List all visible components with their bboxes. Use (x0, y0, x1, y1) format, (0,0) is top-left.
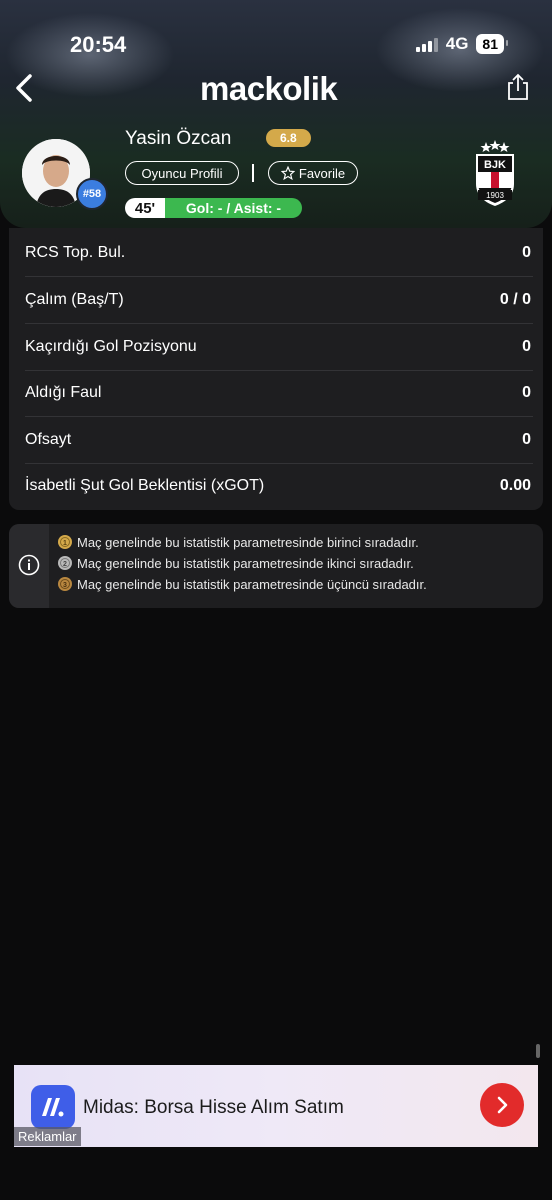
legend-sidebar (9, 524, 49, 608)
legend-text: Maç genelinde bu istatistik parametresin… (77, 534, 419, 550)
player-number-badge: #58 (76, 178, 108, 210)
ad-app-icon[interactable] (31, 1085, 75, 1129)
legend-item-third: 3 Maç genelinde bu istatistik parametres… (57, 576, 427, 592)
besiktas-crest-icon: BJK 1903 (476, 140, 514, 206)
svg-text:3: 3 (63, 582, 67, 589)
stat-row: Ofsayt 0 (25, 417, 533, 464)
goal-assist-pill: Gol: - / Asist: - (165, 198, 302, 218)
ad-title[interactable]: Midas: Borsa Hisse Alım Satım (83, 1097, 344, 1119)
ad-banner[interactable]: Midas: Borsa Hisse Alım Satım Reklamlar (14, 1065, 538, 1147)
midas-logo-icon (42, 1098, 64, 1117)
stat-value: 0 (522, 244, 531, 261)
player-name: Yasin Özcan (125, 128, 232, 149)
stat-row: Aldığı Faul 0 (25, 370, 533, 417)
stat-value: 0 (522, 384, 531, 401)
player-rating-badge: 6.8 (266, 129, 311, 147)
stat-label: Kaçırdığı Gol Pozisyonu (25, 338, 197, 355)
legend-text: Maç genelinde bu istatistik parametresin… (77, 555, 414, 571)
svg-text:2: 2 (63, 561, 67, 568)
stat-value: 0 / 0 (499, 291, 531, 308)
player-profile-label: Oyuncu Profili (141, 165, 223, 181)
favorite-label: Favorile (298, 165, 346, 181)
legend-text: Maç genelinde bu istatistik parametresin… (77, 576, 427, 592)
status-indicators: 4G 81 (415, 34, 508, 54)
ranking-legend: 1 Maç genelinde bu istatistik parametres… (9, 524, 543, 608)
svg-text:BJK: BJK (484, 159, 506, 171)
stat-label: RCS Top. Bul. (25, 244, 126, 261)
chevron-left-icon (16, 74, 32, 102)
match-header: 20:54 4G 81 mackolik #58 Yasin Özcan 6.8… (0, 0, 552, 228)
share-button[interactable] (506, 72, 530, 102)
stat-value: 0 (522, 431, 531, 448)
favorite-button[interactable]: Favorile (268, 161, 358, 185)
legend-item-first: 1 Maç genelinde bu istatistik parametres… (57, 534, 419, 550)
network-type: 4G (445, 34, 469, 53)
chevron-right-icon (497, 1096, 508, 1114)
star-icon (280, 166, 295, 180)
silver-medal-icon: 2 (58, 556, 72, 570)
stats-list: RCS Top. Bul. 0 Çalım (Baş/T) 0 / 0 Kaçı… (9, 228, 543, 510)
minutes-played: 45' (125, 198, 165, 218)
signal-icon (415, 36, 438, 52)
stat-row: İsabetli Şut Gol Beklentisi (xGOT) 0.00 (25, 463, 533, 509)
stat-row: RCS Top. Bul. 0 (25, 230, 533, 277)
club-year: 1903 (486, 191, 504, 200)
button-divider (252, 164, 254, 182)
bronze-medal-icon: 3 (58, 577, 72, 591)
gold-medal-icon: 1 (58, 535, 72, 549)
info-icon (18, 554, 40, 576)
stat-label: Ofsayt (25, 431, 72, 448)
stat-label: İsabetli Şut Gol Beklentisi (xGOT) (25, 477, 265, 494)
player-profile-button[interactable]: Oyuncu Profili (125, 161, 239, 185)
status-time: 20:54 (70, 32, 127, 57)
stat-row: Kaçırdığı Gol Pozisyonu 0 (25, 324, 533, 371)
battery-icon: 81 (476, 34, 508, 54)
ad-open-button[interactable] (480, 1083, 524, 1127)
stat-label: Aldığı Faul (25, 384, 102, 401)
scroll-indicator[interactable] (536, 1044, 540, 1058)
stat-value: 0 (522, 338, 531, 355)
svg-text:1: 1 (63, 540, 67, 547)
share-icon (508, 73, 528, 100)
stat-value: 0.00 (499, 477, 531, 494)
legend-item-second: 2 Maç genelinde bu istatistik parametres… (57, 555, 414, 571)
stat-row: Çalım (Baş/T) 0 / 0 (25, 277, 533, 324)
app-logo: mackolik (200, 70, 338, 107)
ad-label: Reklamlar (14, 1127, 81, 1146)
club-logo[interactable]: BJK 1903 (470, 138, 520, 208)
back-button[interactable] (10, 70, 40, 106)
stat-label: Çalım (Baş/T) (25, 291, 124, 308)
